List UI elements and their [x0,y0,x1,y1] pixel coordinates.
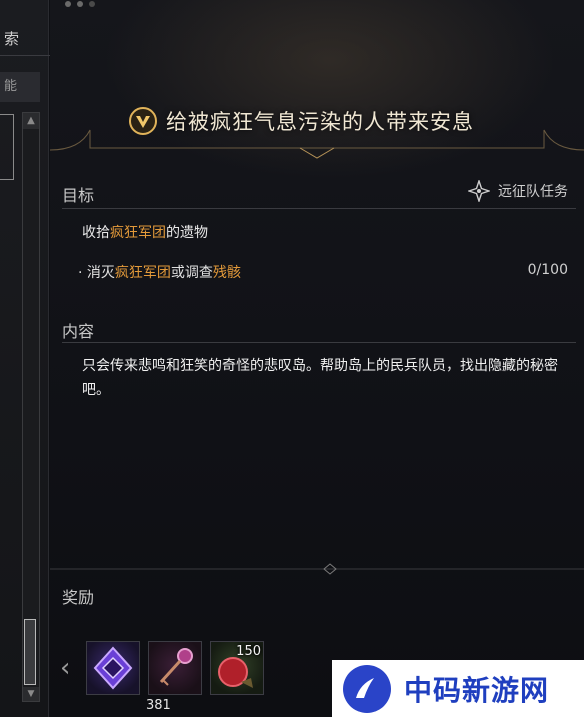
content-text: 只会传来悲鸣和狂笑的奇怪的悲叹岛。帮助岛上的民兵队员，找出隐藏的秘密吧。 [82,358,558,398]
purple-crystal-icon [93,646,133,690]
quest-title-row: 给被疯狂气息污染的人带来安息 [128,104,548,138]
quest-title: 给被疯狂气息污染的人带来安息 [166,110,474,134]
reward-item-1-quantity: 381 [146,698,171,713]
quest-type-label: 远征队任务 [498,184,568,200]
sub-middle: 或调查 [170,265,213,281]
objective-main-suffix: 的遗物 [166,225,208,241]
objective-main-highlight: 疯狂军团 [110,225,166,241]
quest-crest-icon [129,107,157,135]
sub-highlight-2: 残骸 [212,265,241,281]
objective-heading: 目标 [62,186,95,205]
ornate-key-icon [159,648,193,686]
objective-divider [62,208,576,209]
reward-item-1[interactable] [86,641,140,695]
objective-progress: 0/100 [527,262,568,278]
reward-list: ‹ 150 [60,638,272,698]
sub-prefix: 消灭 [86,265,115,281]
expedition-star-icon [468,180,490,202]
watermark-logo-icon [343,664,391,713]
reward-item-3-count: 150 [236,644,261,659]
reward-prev-arrow-icon[interactable]: ‹ [60,653,76,683]
watermark-text: 中码新游网 [404,673,550,707]
content-heading: 内容 [62,322,95,341]
objective-sub-task: · 消灭疯狂军团或调查残骸 [78,262,241,282]
scroll-up-arrow-icon[interactable]: ▲ [23,113,39,129]
reward-item-3[interactable]: 150 [210,641,264,695]
bullet: · [78,265,87,281]
scroll-thumb[interactable] [24,619,36,685]
quest-detail-panel: 给被疯狂气息污染的人带来安息 目标 远征队任务 收拾疯狂军团的遗物 · 消灭疯狂… [50,0,584,717]
objective-main-prefix: 收拾 [82,225,110,241]
content-divider [62,342,576,343]
search-tab-label: 索 [4,30,20,48]
quest-type: 远征队任务 [468,180,568,202]
reward-heading: 奖励 [62,588,95,607]
scroll-down-arrow-icon[interactable]: ▼ [23,687,39,701]
reward-item-2[interactable] [148,641,202,695]
reward-ornament [50,563,584,575]
objective-main: 收拾疯狂军团的遗物 [82,222,208,242]
sub-highlight: 疯狂军团 [114,265,171,281]
side-tab[interactable]: 能 [0,72,40,102]
list-scrollbar[interactable]: ▲ ▼ [22,112,40,702]
list-selection-frame[interactable] [0,114,14,180]
watermark: 中码新游网 [332,660,584,717]
side-tab-label: 能 [4,79,18,94]
top-ornament [65,1,95,7]
